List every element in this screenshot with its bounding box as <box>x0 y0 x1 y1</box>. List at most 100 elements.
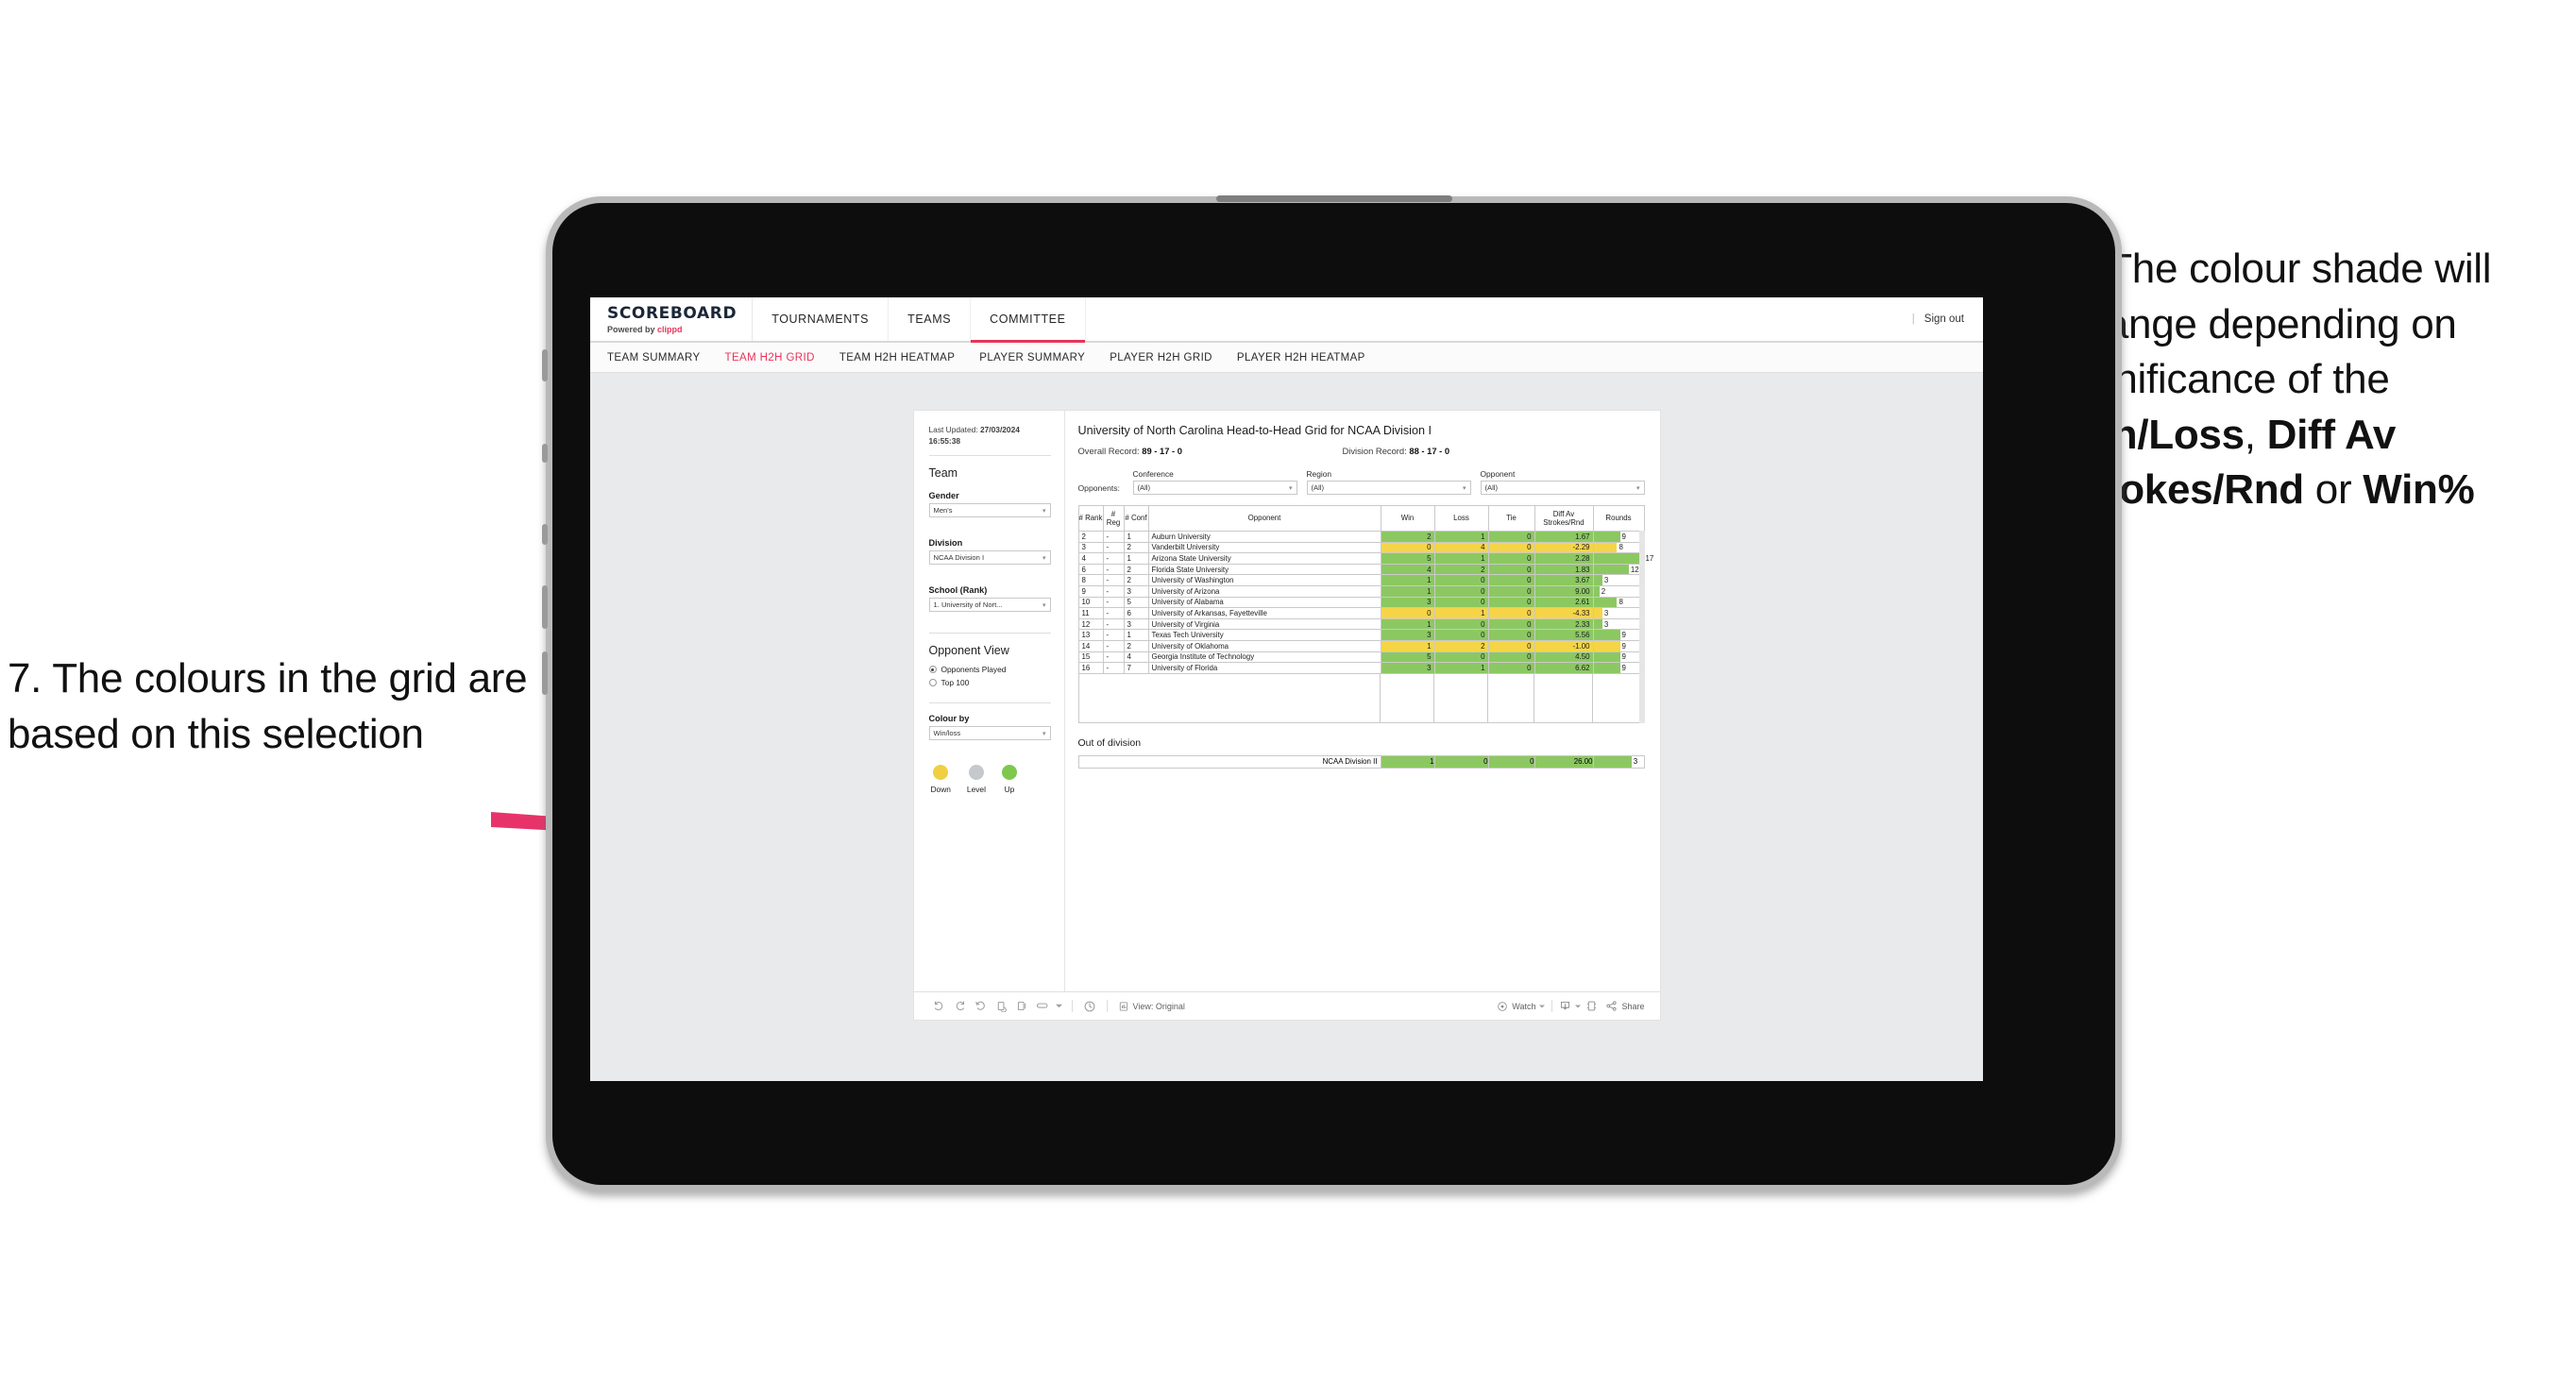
table-row[interactable]: 8-2 University of Washington 1 0 0 3.67 3 <box>1077 574 1645 586</box>
tablet-frame: SCOREBOARD Powered by clippd TOURNAMENTS… <box>542 195 2115 1185</box>
colour-by-value: Win/loss <box>933 729 961 738</box>
col-loss-label: Loss <box>1453 514 1469 523</box>
cell-opponent: Florida State University <box>1147 563 1381 576</box>
rounds-bar <box>1593 542 1618 553</box>
sub-nav-team-h2h-grid[interactable]: TEAM H2H GRID <box>725 352 815 363</box>
table-row[interactable]: 15-4 Georgia Institute of Technology 5 0 0 4.… <box>1077 651 1645 664</box>
annotation-right-mid1: , <box>2244 411 2267 458</box>
chevron-down-icon: ▾ <box>1635 484 1640 492</box>
sub-nav-player-h2h-heatmap[interactable]: PLAYER H2H HEATMAP <box>1237 352 1365 363</box>
cell-tie: 0 <box>1487 639 1535 652</box>
fullscreen-icon[interactable] <box>1581 996 1602 1017</box>
revert-icon[interactable] <box>971 996 991 1017</box>
radio-opponents-played[interactable]: Opponents Played <box>928 665 1051 674</box>
cell-rounds: 3 <box>1592 607 1645 619</box>
view-original-button[interactable]: View: Original <box>1118 1001 1185 1012</box>
share-button[interactable]: Share <box>1605 1000 1645 1012</box>
cell-loss: 0 <box>1433 617 1489 631</box>
cell-conf: 2 <box>1123 541 1149 554</box>
rounds-value: 8 <box>1618 543 1623 552</box>
table-row[interactable]: 11-6 University of Arkansas, Fayetteville… <box>1077 607 1645 619</box>
grid-pad-cell <box>1079 673 1381 722</box>
table-row[interactable]: 3-2 Vanderbilt University 0 4 0 -2.29 8 <box>1077 541 1645 554</box>
table-row[interactable]: 13-1 Texas Tech University 3 0 0 5.56 9 <box>1077 629 1645 641</box>
cell-tie: 0 <box>1487 607 1535 619</box>
sub-nav-team-summary[interactable]: TEAM SUMMARY <box>607 352 701 363</box>
grid-empty-space <box>1077 673 1645 723</box>
redo-icon[interactable] <box>950 996 971 1017</box>
table-row[interactable]: 2-1 Auburn University 2 1 0 1.67 9 <box>1077 531 1645 543</box>
rounds-bar <box>1593 755 1632 768</box>
watch-icon <box>1498 1001 1508 1011</box>
filter-opponent-select[interactable]: (All) ▾ <box>1480 481 1645 495</box>
cell-rank: 2 <box>1077 531 1104 543</box>
cell-tie: 0 <box>1487 574 1535 586</box>
gender-select[interactable]: Men's ▾ <box>928 503 1051 518</box>
device-layout-icon[interactable] <box>1033 996 1054 1017</box>
cell-opponent: University of Arizona <box>1147 584 1381 598</box>
cell-diff: -4.33 <box>1534 607 1594 619</box>
cell-win: 1 <box>1380 639 1435 652</box>
cell-diff: -1.00 <box>1534 639 1594 652</box>
cell-opponent: University of Alabama <box>1147 596 1381 609</box>
sub-nav-player-h2h-grid[interactable]: PLAYER H2H GRID <box>1110 352 1212 363</box>
undo-icon[interactable] <box>929 996 950 1017</box>
cell-opponent: University of Virginia <box>1147 617 1381 631</box>
sub-nav-team-h2h-heatmap[interactable]: TEAM H2H HEATMAP <box>839 352 955 363</box>
tablet-button-power[interactable] <box>542 349 548 381</box>
rounds-bar <box>1593 564 1629 575</box>
division-record: Division Record: 88 - 17 - 0 <box>1343 446 1450 456</box>
chevron-down-icon[interactable] <box>1054 996 1065 1017</box>
top-nav-teams[interactable]: TEAMS <box>889 297 972 341</box>
tablet-button-1[interactable] <box>542 444 548 463</box>
table-row[interactable]: 9-3 University of Arizona 1 0 0 9.00 2 <box>1077 584 1645 598</box>
division-select[interactable]: NCAA Division I ▾ <box>928 550 1051 566</box>
table-row[interactable]: 6-2 Florida State University 4 2 0 1.83 12 <box>1077 563 1645 576</box>
top-nav-committee[interactable]: COMMITTEE <box>971 297 1086 343</box>
cell-diff: 2.61 <box>1534 596 1594 609</box>
table-row[interactable]: 16-7 University of Florida 3 1 0 6.62 9 <box>1077 662 1645 674</box>
col-loss: Loss <box>1433 505 1489 532</box>
cell-rounds: 8 <box>1592 596 1645 609</box>
top-nav-tournaments[interactable]: TOURNAMENTS <box>753 297 890 341</box>
rounds-value: 3 <box>1633 757 1638 767</box>
table-row[interactable]: 4-1 Arizona State University 5 1 0 2.28 17 <box>1077 552 1653 565</box>
chevron-down-icon: ▾ <box>1288 484 1293 492</box>
school-select[interactable]: 1. University of Nort... ▾ <box>928 598 1051 613</box>
pause-auto-update-icon[interactable] <box>1012 996 1033 1017</box>
filter-conference-select[interactable]: (All) ▾ <box>1132 481 1297 495</box>
watch-button[interactable]: Watch <box>1497 1001 1546 1012</box>
cell-reg: - <box>1102 607 1125 619</box>
colour-by-label: Colour by <box>928 714 970 724</box>
colour-by-select[interactable]: Win/loss ▾ <box>928 726 1051 741</box>
table-row[interactable]: 14-2 University of Oklahoma 1 2 0 -1.00 9 <box>1077 639 1645 652</box>
filter-region-select[interactable]: (All) ▾ <box>1306 481 1471 495</box>
col-rank: # Rank <box>1077 505 1104 532</box>
table-row[interactable]: 12-3 University of Virginia 1 0 0 2.33 3 <box>1077 617 1645 631</box>
sub-nav-player-summary[interactable]: PLAYER SUMMARY <box>979 352 1085 363</box>
radio-top-100[interactable]: Top 100 <box>928 678 1051 687</box>
cell-diff: 2.33 <box>1534 617 1594 631</box>
cell-diff: 5.56 <box>1534 629 1594 641</box>
cell-opponent: Georgia Institute of Technology <box>1147 651 1381 664</box>
records-row: Overall Record: 89 - 17 - 0 Division Rec… <box>1078 446 1645 456</box>
rounds-value: 9 <box>1621 641 1626 651</box>
pause-icon[interactable] <box>1079 996 1100 1017</box>
annotation-left-text: 7. The colours in the grid are based on … <box>8 655 528 757</box>
watch-label: Watch <box>1512 1001 1536 1011</box>
brand-logo[interactable]: SCOREBOARD Powered by clippd <box>590 297 754 341</box>
table-row[interactable]: 10-5 University of Alabama 3 0 0 2.61 8 <box>1077 596 1645 609</box>
cell-reg: - <box>1102 563 1125 576</box>
filter-region-value: (All) <box>1311 483 1325 492</box>
cell-win: 0 <box>1380 541 1435 554</box>
download-button[interactable] <box>1559 1000 1582 1012</box>
sign-out-area[interactable]: | Sign out <box>1912 297 1983 341</box>
tablet-button-volume-down[interactable] <box>542 651 548 695</box>
tablet-button-volume-up[interactable] <box>542 585 548 629</box>
filter-opponent-value: (All) <box>1484 483 1499 492</box>
refresh-icon[interactable] <box>991 996 1012 1017</box>
grid-scrollbar[interactable] <box>1638 531 1645 723</box>
tablet-button-2[interactable] <box>542 524 548 545</box>
cell-opponent: University of Oklahoma <box>1147 639 1381 652</box>
col-reg-label: # Reg <box>1106 509 1121 527</box>
